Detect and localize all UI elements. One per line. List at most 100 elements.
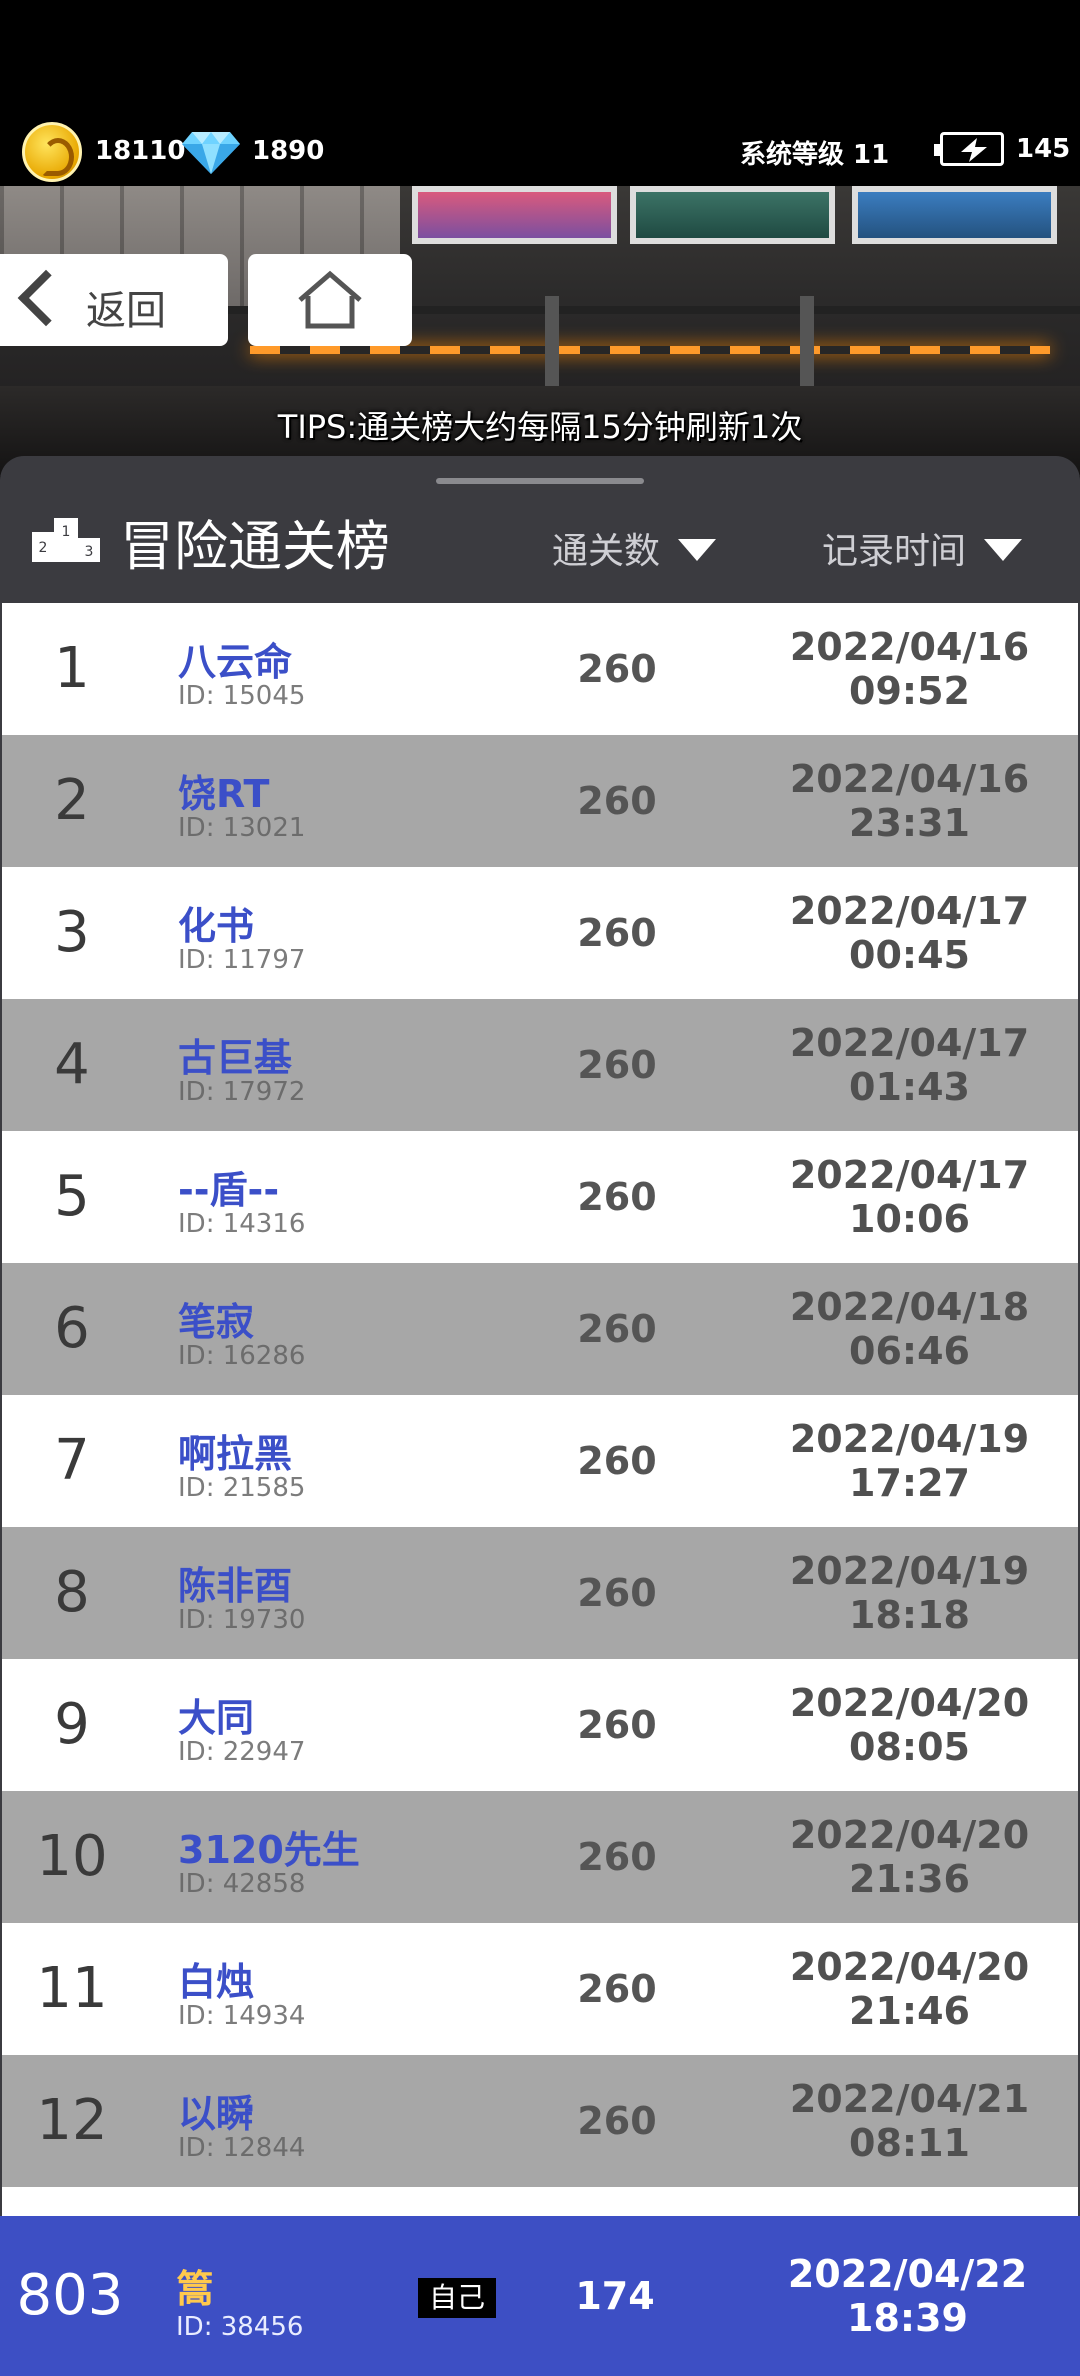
clear-count: 260 [577, 647, 657, 691]
clear-count: 260 [577, 1307, 657, 1351]
table-row[interactable]: 9 大同 ID: 22947 260 2022/04/20 08:05 [2, 1659, 1078, 1791]
rank-number: 9 [54, 1692, 90, 1757]
record-clock: 17:27 [849, 1461, 970, 1505]
diamond-count: 1890 [252, 136, 325, 166]
leaderboard-list: 1 八云命 ID: 15045 260 2022/04/16 09:52 2 饶RT ID: 1… [2, 603, 1078, 2187]
record-time: 2022/04/16 09:52 [762, 625, 1057, 713]
player-name[interactable]: 大同 [178, 1687, 254, 1742]
record-time: 2022/04/16 23:31 [762, 757, 1057, 845]
self-record-clock: 18:39 [847, 2296, 968, 2340]
player-name[interactable]: 八云命 [178, 631, 292, 686]
record-clock: 18:18 [849, 1593, 970, 1637]
energy-icon [934, 132, 1004, 166]
player-name[interactable]: 饶RT [178, 763, 269, 818]
record-clock: 21:36 [849, 1857, 970, 1901]
table-row[interactable]: 1 八云命 ID: 15045 260 2022/04/16 09:52 [2, 603, 1078, 735]
player-id: ID: 42858 [178, 1869, 306, 1899]
table-row[interactable]: 12 以瞬 ID: 12844 260 2022/04/21 08:11 [2, 2055, 1078, 2187]
self-rank: 803 [16, 2263, 124, 2328]
player-name[interactable]: 笔寂 [178, 1291, 254, 1346]
record-date: 2022/04/20 [789, 1945, 1030, 1989]
record-clock: 23:31 [849, 801, 970, 845]
record-date: 2022/04/16 [789, 625, 1030, 669]
player-id: ID: 17972 [178, 1077, 306, 1107]
clear-count: 260 [577, 779, 657, 823]
home-button[interactable] [248, 254, 412, 346]
player-id: ID: 19730 [178, 1605, 306, 1635]
rank-number: 1 [54, 636, 90, 701]
player-id: ID: 14934 [178, 2001, 306, 2031]
sort-down-icon [984, 539, 1023, 561]
player-name[interactable]: --盾-- [178, 1159, 279, 1214]
record-date: 2022/04/17 [789, 1153, 1030, 1197]
record-time: 2022/04/19 18:18 [762, 1549, 1057, 1637]
player-name[interactable]: 古巨基 [178, 1027, 292, 1082]
player-name[interactable]: 3120先生 [178, 1819, 360, 1874]
svg-text:2: 2 [39, 540, 48, 556]
system-level: 系统等级 11 [740, 140, 890, 170]
table-row[interactable]: 11 白烛 ID: 14934 260 2022/04/20 21:46 [2, 1923, 1078, 2055]
player-id: ID: 14316 [178, 1209, 306, 1239]
player-id: ID: 16286 [178, 1341, 306, 1371]
record-date: 2022/04/16 [789, 757, 1030, 801]
player-id: ID: 22947 [178, 1737, 306, 1767]
player-id: ID: 11797 [178, 945, 306, 975]
self-player-name: 篙 [176, 2267, 215, 2311]
coin-icon [22, 122, 82, 182]
self-rank-bar: 803 篙 ID: 38456 自己 174 2022/04/22 18:39 [0, 2216, 1080, 2376]
player-id: ID: 21585 [178, 1473, 306, 1503]
record-clock: 00:45 [849, 933, 970, 977]
record-date: 2022/04/18 [789, 1285, 1030, 1329]
player-name[interactable]: 白烛 [178, 1951, 254, 2006]
record-time: 2022/04/19 17:27 [762, 1417, 1057, 1505]
back-label: 返回 [86, 288, 166, 334]
player-name[interactable]: 化书 [178, 895, 254, 950]
table-row[interactable]: 8 陈非酉 ID: 19730 260 2022/04/19 18:18 [2, 1527, 1078, 1659]
clear-count: 260 [577, 911, 657, 955]
player-id: ID: 12844 [178, 2133, 306, 2163]
clear-count: 260 [577, 1967, 657, 2011]
table-row[interactable]: 4 古巨基 ID: 17972 260 2022/04/17 01:43 [2, 999, 1078, 1131]
self-badge: 自己 [418, 2278, 496, 2318]
self-record-time: 2022/04/22 18:39 [760, 2252, 1055, 2340]
record-clock: 06:46 [849, 1329, 970, 1373]
self-clear-count: 174 [575, 2274, 655, 2318]
player-name[interactable]: 以瞬 [178, 2083, 254, 2138]
table-row[interactable]: 5 --盾-- ID: 14316 260 2022/04/17 10:06 [2, 1131, 1078, 1263]
clear-count: 260 [577, 2099, 657, 2143]
rank-number: 4 [54, 1032, 90, 1097]
record-date: 2022/04/17 [789, 889, 1030, 933]
record-date: 2022/04/20 [789, 1681, 1030, 1725]
sort-down-icon [678, 539, 717, 561]
record-time: 2022/04/20 21:46 [762, 1945, 1057, 2033]
self-record-date: 2022/04/22 [787, 2252, 1028, 2296]
rank-number: 5 [54, 1164, 90, 1229]
table-row[interactable]: 10 3120先生 ID: 42858 260 2022/04/20 21:36 [2, 1791, 1078, 1923]
player-name[interactable]: 啊拉黑 [178, 1423, 292, 1478]
sort-by-clears[interactable]: 通关数 [552, 522, 717, 574]
sort-time-label: 记录时间 [822, 531, 967, 572]
drag-handle[interactable] [436, 478, 644, 484]
record-time: 2022/04/17 00:45 [762, 889, 1057, 977]
home-icon [298, 270, 362, 329]
table-row[interactable]: 2 饶RT ID: 13021 260 2022/04/16 23:31 [2, 735, 1078, 867]
record-clock: 09:52 [849, 669, 970, 713]
record-date: 2022/04/21 [789, 2077, 1030, 2121]
clear-count: 260 [577, 1703, 657, 1747]
clear-count: 260 [577, 1571, 657, 1615]
record-time: 2022/04/20 08:05 [762, 1681, 1057, 1769]
table-row[interactable]: 7 啊拉黑 ID: 21585 260 2022/04/19 17:27 [2, 1395, 1078, 1527]
record-date: 2022/04/19 [789, 1417, 1030, 1461]
player-id: ID: 13021 [178, 813, 306, 843]
table-row[interactable]: 6 笔寂 ID: 16286 260 2022/04/18 06:46 [2, 1263, 1078, 1395]
self-player-id: ID: 38456 [176, 2312, 304, 2342]
rank-number: 2 [54, 768, 90, 833]
player-name[interactable]: 陈非酉 [178, 1555, 292, 1610]
sort-by-time[interactable]: 记录时间 [822, 522, 1023, 574]
rank-number: 11 [36, 1956, 108, 2021]
record-clock: 08:11 [849, 2121, 970, 2165]
sort-clears-label: 通关数 [552, 531, 661, 572]
table-row[interactable]: 3 化书 ID: 11797 260 2022/04/17 00:45 [2, 867, 1078, 999]
back-button[interactable]: 返回 [0, 254, 228, 346]
refresh-tip: TIPS:通关榜大约每隔15分钟刷新1次 [277, 408, 803, 446]
